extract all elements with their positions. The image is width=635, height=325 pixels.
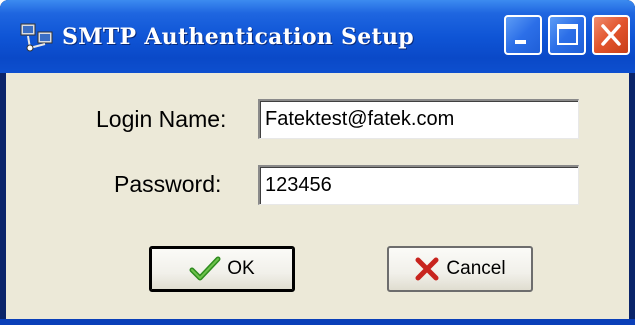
window-title: SMTP Authentication Setup <box>62 24 414 50</box>
close-button[interactable] <box>592 15 630 55</box>
minimize-button[interactable] <box>504 15 542 55</box>
password-input[interactable] <box>258 165 579 205</box>
window-bottom-border <box>0 319 635 325</box>
x-mark-icon <box>414 256 440 282</box>
maximize-icon <box>557 24 578 45</box>
cancel-button[interactable]: Cancel <box>387 246 533 292</box>
login-name-input[interactable] <box>258 99 579 139</box>
dialog-body: Login Name: Password: OK <box>6 73 629 319</box>
dialog-window: SMTP Authentication Setup Login Name: Pa… <box>0 0 635 325</box>
checkmark-icon <box>189 256 221 282</box>
network-computers-icon <box>18 20 58 54</box>
title-bar[interactable]: SMTP Authentication Setup <box>0 0 635 73</box>
ok-button[interactable]: OK <box>149 246 295 292</box>
ok-button-label: OK <box>227 258 255 279</box>
maximize-button[interactable] <box>548 15 586 55</box>
close-icon <box>601 24 621 46</box>
minimize-icon <box>515 40 526 44</box>
password-label: Password: <box>114 171 222 197</box>
login-name-label: Login Name: <box>96 106 227 132</box>
cancel-button-label: Cancel <box>446 258 506 279</box>
